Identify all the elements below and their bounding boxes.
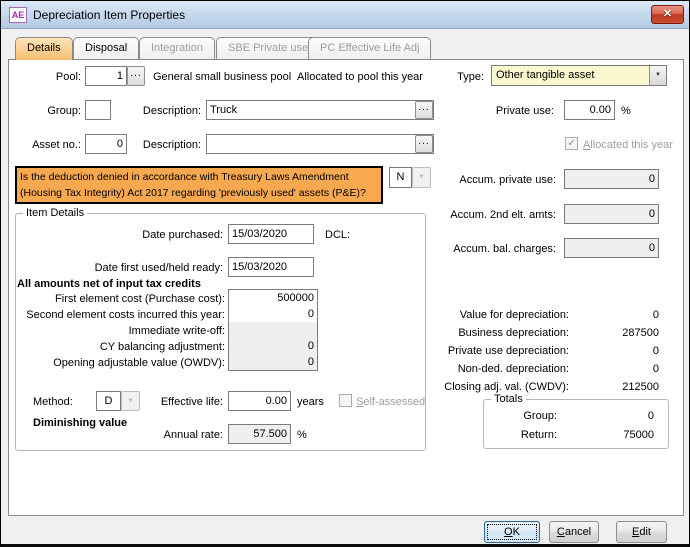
tab-integration: Integration — [139, 37, 215, 59]
totals-group-label: Group: — [493, 408, 557, 424]
accum-private-use-label: Accum. private use: — [409, 172, 556, 188]
private-use-depreciation-value: 0 — [574, 343, 659, 359]
ellipsis-icon: ... — [418, 136, 429, 147]
cost-value-stack: 500000 0 0 0 — [228, 289, 318, 371]
method-select[interactable]: D — [96, 391, 121, 411]
app-icon: AE — [9, 7, 27, 23]
ellipsis-icon: ... — [130, 68, 141, 79]
closing-adj-val-value: 212500 — [574, 379, 659, 395]
pool-browse-button[interactable]: ... — [127, 66, 145, 86]
close-button[interactable]: ✕ — [651, 5, 684, 24]
totals-return-label: Return: — [493, 427, 557, 443]
self-assessed-checkbox — [339, 394, 352, 407]
item-details-title: Item Details — [23, 207, 87, 220]
accum-bal-charges-label: Accum. bal. charges: — [409, 241, 556, 257]
description2-input[interactable] — [206, 134, 434, 154]
years-label: years — [297, 394, 324, 410]
pool-name-text: General small business pool — [153, 69, 291, 85]
second-element-costs-label: Second element costs incurred this year: — [11, 307, 225, 323]
pool-allocation-note: Allocated to pool this year — [297, 69, 423, 85]
net-amounts-note: All amounts net of input tax credits — [17, 276, 201, 292]
method-label: Method: — [33, 394, 73, 410]
allocated-this-year-label: Allocated this year — [583, 137, 673, 153]
private-use-depreciation-label: Private use depreciation: — [399, 343, 569, 359]
self-assessed-label: Self-assessed — [356, 394, 425, 410]
integrity-question-box: Is the deduction denied in accordance wi… — [15, 166, 383, 204]
method-name-label: Diminishing value — [33, 415, 127, 431]
private-use-label: Private use: — [464, 103, 554, 119]
totals-return-value: 75000 — [569, 427, 654, 443]
business-depreciation-label: Business depreciation: — [399, 325, 569, 341]
cancel-button[interactable]: Cancel — [549, 521, 599, 543]
cy-balancing-adjustment-field: 0 — [229, 338, 317, 354]
accum-2nd-elt-amts-label: Accum. 2nd elt. amts: — [409, 207, 556, 223]
non-ded-depreciation-value: 0 — [574, 361, 659, 377]
tab-sbe-private-use: SBE Private use — [216, 37, 320, 59]
description-label: Description: — [119, 103, 201, 119]
close-icon: ✕ — [663, 8, 672, 20]
date-first-used-input[interactable]: 15/03/2020 — [228, 257, 314, 277]
description-browse-button[interactable]: ... — [415, 101, 433, 119]
dialog-window: AE Depreciation Item Properties ✕ Detail… — [0, 0, 690, 547]
annual-rate-field: 57.500 — [228, 424, 291, 444]
immediate-write-off-label: Immediate write-off: — [11, 323, 225, 339]
non-ded-depreciation-label: Non-ded. depreciation: — [399, 361, 569, 377]
value-for-depreciation-label: Value for depreciation: — [399, 307, 569, 323]
annual-rate-percent-label: % — [297, 427, 307, 443]
pool-input[interactable]: 1 — [85, 66, 127, 86]
description-input[interactable]: Truck — [206, 100, 434, 120]
accum-private-use-field: 0 — [564, 169, 659, 189]
opening-adjustable-value-label: Opening adjustable value (OWDV): — [11, 355, 225, 371]
value-for-depreciation-value: 0 — [574, 307, 659, 323]
first-element-cost-label: First element cost (Purchase cost): — [11, 291, 225, 307]
ok-button[interactable]: OK — [484, 521, 540, 543]
pool-label: Pool: — [19, 69, 81, 85]
chevron-down-icon: ▼ — [649, 66, 666, 85]
tab-disposal[interactable]: Disposal — [73, 37, 139, 59]
immediate-write-off-field — [229, 322, 317, 338]
integrity-question-line2: (Housing Tax Integrity) Act 2017 regardi… — [20, 185, 378, 201]
type-label: Type: — [424, 69, 484, 85]
description2-browse-button[interactable]: ... — [415, 135, 433, 153]
asset-no-label: Asset no.: — [19, 137, 81, 153]
accum-2nd-elt-amts-field: 0 — [564, 204, 659, 224]
group-input[interactable] — [85, 100, 111, 120]
tab-details[interactable]: Details — [15, 37, 73, 60]
window-title: Depreciation Item Properties — [33, 1, 185, 29]
cy-balancing-adjustment-label: CY balancing adjustment: — [11, 339, 225, 355]
type-select[interactable]: Other tangible asset ▼ — [491, 65, 667, 86]
effective-life-input[interactable]: 0.00 — [228, 391, 291, 411]
second-element-costs-input[interactable]: 0 — [229, 306, 317, 322]
edit-button[interactable]: Edit — [616, 521, 667, 543]
totals-title: Totals — [491, 393, 526, 406]
first-element-cost-input[interactable]: 500000 — [229, 290, 317, 306]
business-depreciation-value: 287500 — [574, 325, 659, 341]
private-use-input[interactable]: 0.00 — [564, 100, 615, 120]
details-tab-page: Pool: 1 ... General small business pool … — [8, 59, 684, 516]
totals-group-value: 0 — [569, 408, 654, 424]
date-purchased-input[interactable]: 15/03/2020 — [228, 224, 314, 244]
tab-pc-effective-life-adj: PC Effective Life Adj — [308, 37, 431, 59]
date-first-used-label: Date first used/held ready: — [49, 260, 223, 276]
effective-life-label: Effective life: — [129, 394, 223, 410]
private-use-percent-label: % — [621, 103, 631, 119]
checkmark-icon: ✓ — [567, 138, 575, 149]
closing-adj-val-label: Closing adj. val. (CWDV): — [399, 379, 569, 395]
date-purchased-label: Date purchased: — [69, 227, 223, 243]
dcl-label: DCL: — [325, 227, 350, 243]
titlebar: AE Depreciation Item Properties ✕ — [1, 1, 689, 29]
annual-rate-label: Annual rate: — [129, 427, 223, 443]
ellipsis-icon: ... — [418, 102, 429, 113]
opening-adjustable-value-field: 0 — [229, 354, 317, 370]
group-label: Group: — [19, 103, 81, 119]
allocated-this-year-checkbox: ✓ — [565, 137, 578, 150]
integrity-question-line1: Is the deduction denied in accordance wi… — [20, 169, 378, 185]
accum-bal-charges-field: 0 — [564, 238, 659, 258]
type-select-value: Other tangible asset — [496, 69, 594, 81]
description2-label: Description: — [119, 137, 201, 153]
